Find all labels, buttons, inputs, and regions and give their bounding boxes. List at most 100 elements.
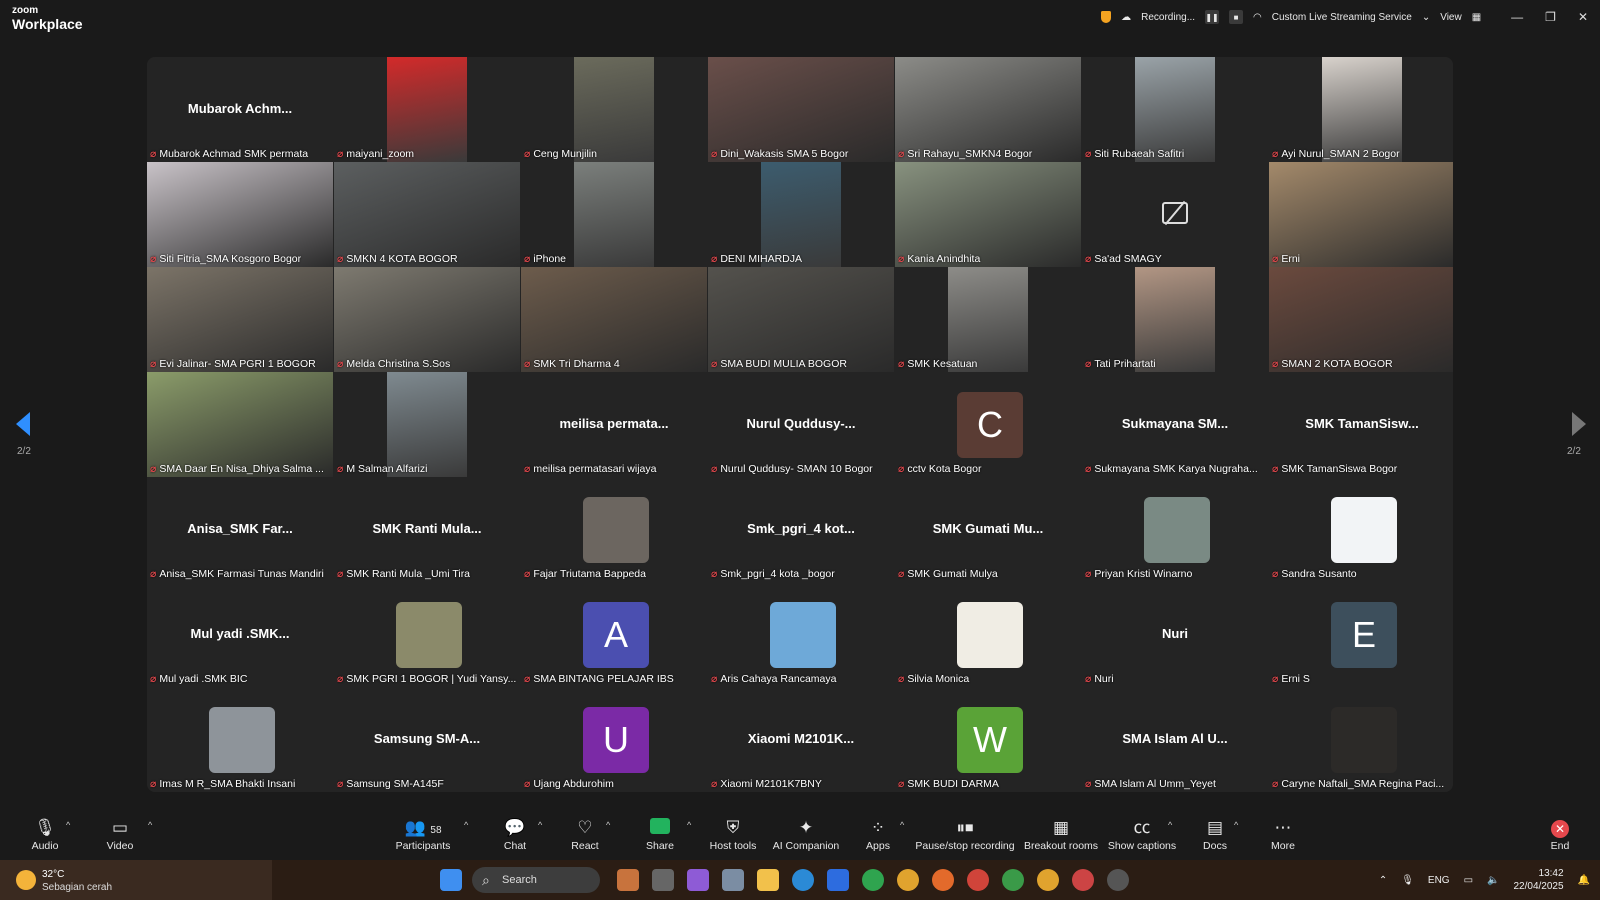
end-meeting-button[interactable]: ✕ End (1515, 818, 1600, 852)
participant-tile[interactable]: ⌀ SMKN 4 KOTA BOGOR (334, 162, 520, 267)
participant-tile[interactable]: ⌀ Aris Cahaya Rancamaya (708, 582, 894, 687)
participant-tile[interactable]: ⌀ DENI MIHARDJA (708, 162, 894, 267)
whatsapp-icon[interactable] (862, 869, 884, 891)
participant-tile[interactable]: ⌀ SMK Kesatuan (895, 267, 1081, 372)
chevron-down-icon[interactable]: ⌄ (1422, 12, 1430, 23)
close-icon[interactable]: ✕ (1578, 10, 1588, 24)
participant-tile[interactable]: ⌀ Tati Prihartati (1082, 267, 1268, 372)
participant-tile[interactable]: ⌀ Ceng Munjilin (521, 57, 707, 162)
next-page-arrow-icon[interactable] (1572, 412, 1586, 436)
windows-start-icon[interactable] (440, 869, 462, 891)
language-indicator[interactable]: ENG (1428, 875, 1450, 886)
participant-tile[interactable]: ⌀ Siti Fitria_SMA Kosgoro Bogor (147, 162, 333, 267)
task-view-icon[interactable] (652, 869, 674, 891)
participant-tile[interactable]: ⌀ Silvia Monica (895, 582, 1081, 687)
tray-microphone-icon[interactable]: 🎙 (1401, 875, 1414, 886)
firefox-icon[interactable] (932, 869, 954, 891)
react-caret-icon[interactable]: ^ (606, 820, 610, 830)
participant-tile[interactable]: ⌀ Erni (1269, 162, 1453, 267)
participant-tile[interactable]: Xiaomi M2101K... ⌀ Xiaomi M2101K7BNY (708, 687, 894, 792)
participant-tile[interactable]: SMK Gumati Mu... ⌀ SMK Gumati Mulya (895, 477, 1081, 582)
restore-icon[interactable]: ❐ (1545, 10, 1556, 24)
audio-options-caret-icon[interactable]: ^ (66, 820, 70, 830)
participant-tile[interactable]: C ⌀ cctv Kota Bogor (895, 372, 1081, 477)
participant-tile[interactable]: ⌀ Dini_Wakasis SMA 5 Bogor (708, 57, 894, 162)
participant-tile[interactable]: ⌀ SMA BUDI MULIA BOGOR (708, 267, 894, 372)
participants-button[interactable]: 👥 58 Participants (378, 818, 468, 852)
participant-tile[interactable]: ⌀ Evi Jalinar- SMA PGRI 1 BOGOR (147, 267, 333, 372)
participant-tile[interactable]: SMA Islam Al U... ⌀ SMA Islam Al Umm_Yeyet (1082, 687, 1268, 792)
chrome-profile-2-icon[interactable] (1002, 869, 1024, 891)
participant-tile[interactable]: W ⌀ SMK BUDI DARMA (895, 687, 1081, 792)
taskbar-search[interactable]: Search (472, 867, 600, 893)
participant-tile[interactable]: ⌀ Sri Rahayu_SMKN4 Bogor (895, 57, 1081, 162)
view-button[interactable]: View (1440, 12, 1462, 23)
chrome-icon[interactable] (897, 869, 919, 891)
zoom-app-icon[interactable] (827, 869, 849, 891)
widget-app-icon[interactable] (617, 869, 639, 891)
clock[interactable]: 13:42 22/04/2025 (1513, 867, 1563, 893)
copilot-icon[interactable] (687, 869, 709, 891)
video-options-caret-icon[interactable]: ^ (148, 820, 152, 830)
participant-tile[interactable]: Samsung SM-A... ⌀ Samsung SM-A145F (334, 687, 520, 792)
participant-tile[interactable]: Anisa_SMK Far... ⌀ Anisa_SMK Farmasi Tunas… (147, 477, 333, 582)
participant-tile[interactable]: ⌀ Sandra Susanto (1269, 477, 1453, 582)
pause-icon[interactable]: ❚❚ (1205, 10, 1220, 24)
app-icon[interactable] (722, 869, 744, 891)
participant-tile[interactable]: meilisa permata... ⌀ meilisa permatasari w… (521, 372, 707, 477)
media-player-icon[interactable] (1107, 869, 1129, 891)
participant-tile[interactable]: ⌀ Priyan Kristi Winarno (1082, 477, 1268, 582)
participant-tile[interactable]: ⌀ Melda Christina S.Sos (334, 267, 520, 372)
notification-bell-icon[interactable]: 🔔 (1578, 875, 1590, 886)
participants-caret-icon[interactable]: ^ (464, 820, 468, 830)
participant-tile[interactable]: E ⌀ Erni S (1269, 582, 1453, 687)
participant-tile[interactable]: ⌀ Siti Rubaeah Safitri (1082, 57, 1268, 162)
tray-chevron-icon[interactable]: ⌃ (1379, 875, 1387, 886)
participant-tile[interactable]: ⌀ SMK PGRI 1 BOGOR | Yudi Yansy... (334, 582, 520, 687)
participant-tile[interactable]: ⌀ Sa'ad SMAGY (1082, 162, 1268, 267)
stop-icon[interactable]: ■ (1229, 10, 1244, 24)
chrome-profile-icon[interactable] (967, 869, 989, 891)
participant-tile[interactable]: Mubarok Achm... ⌀ Mubarok Achmad SMK perma… (147, 57, 333, 162)
network-icon[interactable]: ▭ (1464, 875, 1473, 886)
participant-tile[interactable]: Nuri ⌀ Nuri (1082, 582, 1268, 687)
minimize-icon[interactable]: — (1511, 10, 1523, 24)
chrome-profile-4-icon[interactable] (1072, 869, 1094, 891)
participant-tile[interactable]: ⌀ maiyani_zoom (334, 57, 520, 162)
breakout-rooms-button[interactable]: ▦ Breakout rooms (1016, 818, 1106, 852)
file-explorer-icon[interactable] (757, 869, 779, 891)
participant-tile[interactable]: SMK TamanSisw... ⌀ SMK TamanSiswa Bogor (1269, 372, 1453, 477)
logo-zoom: zoom (12, 5, 39, 16)
participant-tile[interactable]: ⌀ Imas M R_SMA Bhakti Insani (147, 687, 333, 792)
participant-tile[interactable]: ⌀ Fajar Triutama Bappeda (521, 477, 707, 582)
participant-tile[interactable]: ⌀ Ayi Nurul_SMAN 2 Bogor (1269, 57, 1453, 162)
participant-tile[interactable]: ⌀ iPhone (521, 162, 707, 267)
participant-tile[interactable]: A ⌀ SMA BINTANG PELAJAR IBS (521, 582, 707, 687)
participant-tile[interactable]: ⌀ Caryne Naftali_SMA Regina Paci... (1269, 687, 1453, 792)
participant-tile[interactable]: Smk_pgri_4 kot... ⌀ Smk_pgri_4 kota _bogor (708, 477, 894, 582)
streaming-service-dropdown[interactable]: Custom Live Streaming Service (1272, 12, 1412, 23)
participant-tile[interactable]: U ⌀ Ujang Abdurohim (521, 687, 707, 792)
grid-icon[interactable]: ▦ (1472, 12, 1481, 23)
more-button[interactable]: ⋯ More (1238, 818, 1328, 852)
participant-tile[interactable]: ⌀ SMAN 2 KOTA BOGOR (1269, 267, 1453, 372)
participant-tile[interactable]: Sukmayana SM... ⌀ Sukmayana SMK Karya Nugr… (1082, 372, 1268, 477)
participant-tile[interactable]: Mul yadi .SMK... ⌀ Mul yadi .SMK BIC (147, 582, 333, 687)
participant-tile[interactable]: ⌀ SMK Tri Dharma 4 (521, 267, 707, 372)
page-indicator-right: 2/2 (1567, 446, 1581, 457)
apps-caret-icon[interactable]: ^ (900, 820, 904, 830)
participant-tile[interactable]: SMK Ranti Mula... ⌀ SMK Ranti Mula _Umi Ti… (334, 477, 520, 582)
edge-icon[interactable] (792, 869, 814, 891)
participant-tile[interactable]: ⌀ Kania Anindhita (895, 162, 1081, 267)
participant-tile[interactable]: ⌀ M Salman Alfarizi (334, 372, 520, 477)
participant-name: M Salman Alfarizi (346, 463, 428, 475)
participant-tile[interactable]: ⌀ SMA Daar En Nisa_Dhiya Salma ... (147, 372, 333, 477)
volume-icon[interactable]: 🔈 (1487, 875, 1499, 886)
weather-widget[interactable]: 32°C Sebagian cerah (0, 860, 272, 900)
previous-page-arrow-icon[interactable] (16, 412, 30, 436)
muted-mic-icon: ⌀ (711, 778, 718, 790)
security-shield-icon[interactable] (1101, 11, 1112, 23)
participant-tile[interactable]: Nurul Quddusy-... ⌀ Nurul Quddusy- SMAN 10… (708, 372, 894, 477)
chrome-profile-3-icon[interactable] (1037, 869, 1059, 891)
pause-stop-recording-button[interactable]: ⏸⏹ Pause/stop recording (905, 818, 1025, 852)
